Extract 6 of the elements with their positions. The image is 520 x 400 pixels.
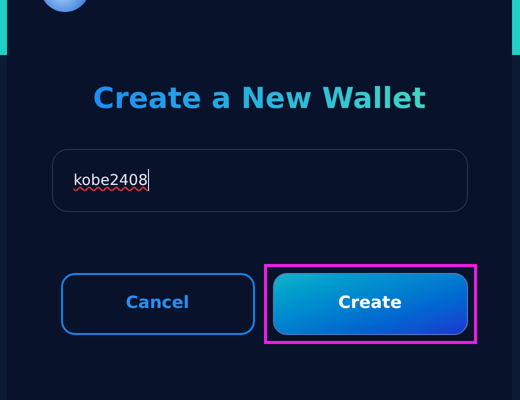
cancel-button[interactable]: Cancel [60, 272, 254, 334]
create-button[interactable]: Create [272, 272, 468, 334]
field-value: kobe2408 [74, 170, 148, 191]
accent-bar [0, 0, 7, 55]
accent-bar [512, 0, 520, 55]
wallet-name-field[interactable]: kobe2408 [52, 148, 468, 212]
